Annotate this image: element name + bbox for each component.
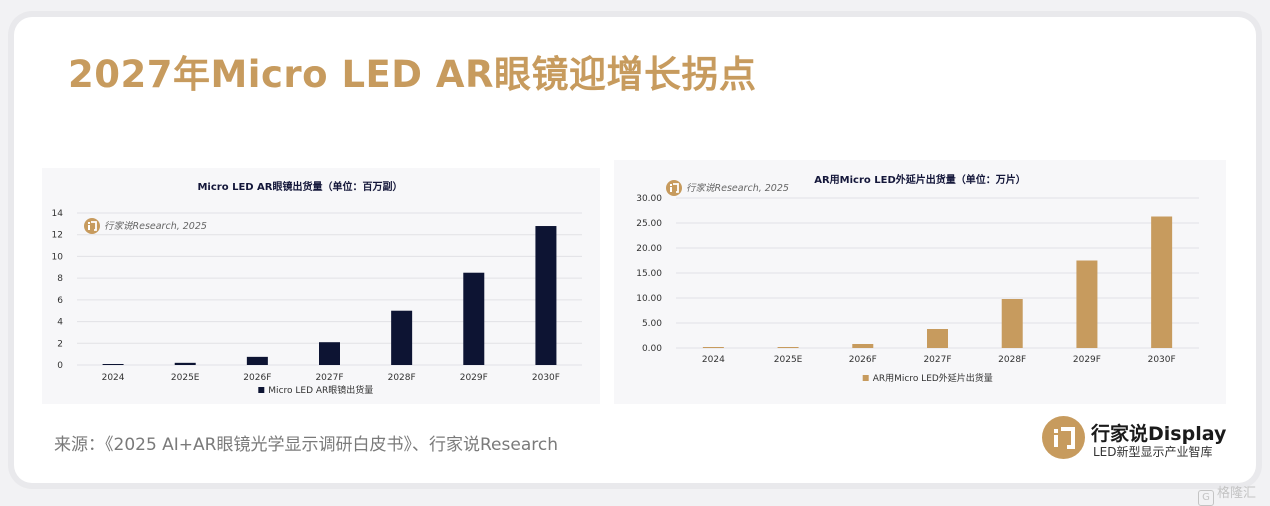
brand-subtitle: LED新型显示产业智库: [1093, 445, 1213, 459]
x-tick-label: 2025E: [171, 373, 200, 383]
y-tick-label: 2: [57, 339, 63, 349]
y-tick-label: 15.00: [636, 269, 662, 279]
chart-glasses-shipments: Micro LED AR眼镜出货量（单位：百万副） 0 2 4 6 8 10 12 14 行家说R…: [52, 180, 582, 396]
y-tick-label: 4: [57, 318, 63, 328]
y-tick-label: 8: [57, 274, 63, 284]
watermark-text: 行家说Research, 2025: [104, 220, 207, 232]
bar: [1151, 216, 1173, 348]
y-tick-label: 0.00: [642, 344, 662, 354]
chart-panel-shipments: Micro LED AR眼镜出货量（单位：百万副） 0 2 4 6 8 10 12 14 行家说R…: [42, 168, 600, 404]
watermark: 行家说Research, 2025: [84, 218, 207, 234]
x-tick-label: 2029F: [1073, 355, 1101, 365]
x-tick-label: 2028F: [998, 355, 1026, 365]
bar: [1076, 260, 1098, 348]
y-tick-label: 0: [57, 361, 63, 371]
bar: [927, 329, 948, 348]
chart-epiwafer-shipments: AR用Micro LED外延片出货量（单位：万片） 0.00 5.00 10.00 15…: [636, 173, 1199, 384]
bar: [102, 364, 124, 365]
y-tick-label: 10.00: [636, 294, 662, 304]
bar: [246, 356, 268, 365]
watermark-logo-mark: [88, 222, 90, 224]
bar: [535, 226, 557, 365]
bar: [702, 347, 724, 348]
bar: [463, 272, 485, 365]
y-tick-label: 30.00: [636, 194, 662, 204]
bar: [319, 342, 340, 365]
y-tick-label: 10: [52, 252, 64, 262]
x-tick-label: 2027F: [315, 373, 343, 383]
watermark-logo-mark: [670, 187, 672, 192]
bar: [852, 344, 874, 348]
legend-label: Micro LED AR眼镜出货量: [268, 384, 373, 396]
bar: [1001, 299, 1023, 348]
bar: [391, 310, 413, 365]
x-tick-label: 2027F: [923, 355, 951, 365]
corner-watermark: G 格隆汇: [1198, 482, 1256, 506]
legend-swatch: [862, 375, 869, 381]
watermark-text: 行家说Research, 2025: [686, 182, 789, 194]
x-tick-label: 2026F: [849, 355, 877, 365]
chart-panel-epiwafer: AR用Micro LED外延片出货量（单位：万片） 0.00 5.00 10.00 15…: [614, 160, 1226, 404]
watermark-logo-icon: [84, 218, 100, 234]
x-tick-label: 2024: [102, 373, 125, 383]
bar: [174, 362, 196, 365]
y-tick-label: 5.00: [642, 319, 662, 329]
page-title: 2027年Micro LED AR眼镜迎增长拐点: [68, 53, 757, 96]
x-tick-label: 2030F: [532, 373, 560, 383]
legend-swatch: [258, 387, 265, 393]
legend: Micro LED AR眼镜出货量: [258, 384, 373, 396]
x-tick-label: 2029F: [460, 373, 488, 383]
x-tick-label: 2024: [702, 355, 725, 365]
watermark-logo-icon: [666, 180, 682, 196]
brand-logo-icon: [1042, 416, 1085, 459]
y-tick-label: 12: [52, 231, 63, 241]
y-tick-label: 14: [52, 209, 64, 219]
source-note: 来源：《2025 AI+AR眼镜光学显示调研白皮书》、行家说Research: [54, 435, 558, 455]
brand-name: 行家说Display: [1091, 423, 1227, 445]
corner-watermark-text: 格隆汇: [1217, 486, 1257, 501]
watermark-logo-mark: [88, 225, 90, 230]
legend: AR用Micro LED外延片出货量: [862, 372, 993, 384]
bar: [777, 347, 799, 348]
g-logo-icon: G: [1198, 490, 1214, 506]
x-tick-label: 2025E: [774, 355, 803, 365]
x-tick-label: 2030F: [1148, 355, 1176, 365]
chart-title: Micro LED AR眼镜出货量（单位：百万副）: [197, 180, 402, 193]
x-tick-label: 2028F: [388, 373, 416, 383]
watermark: 行家说Research, 2025: [666, 180, 789, 196]
x-tick-label: 2026F: [243, 373, 271, 383]
y-tick-label: 20.00: [636, 244, 662, 254]
y-tick-label: 25.00: [636, 219, 662, 229]
y-tick-label: 6: [57, 296, 63, 306]
chart-title: AR用Micro LED外延片出货量（单位：万片）: [814, 173, 1026, 186]
legend-label: AR用Micro LED外延片出货量: [873, 372, 993, 384]
watermark-logo-mark: [670, 184, 672, 186]
